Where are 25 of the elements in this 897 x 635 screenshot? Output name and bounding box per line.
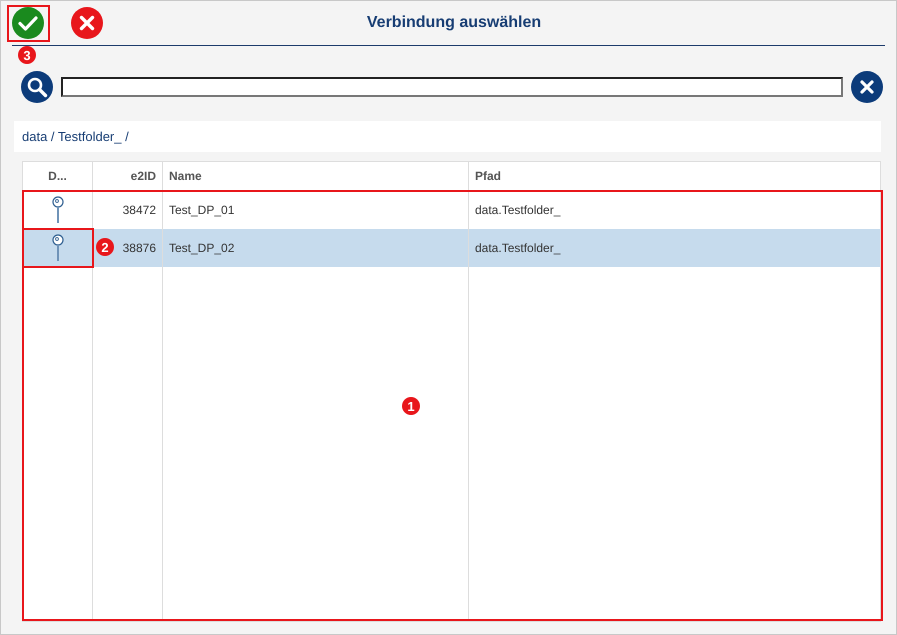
table-cell: data.Testfolder_	[475, 241, 560, 255]
clear-search-button[interactable]	[851, 71, 883, 103]
cancel-button[interactable]	[71, 7, 103, 39]
column-header[interactable]: e2ID	[93, 162, 163, 190]
close-icon	[71, 7, 103, 39]
search-field[interactable]	[61, 77, 843, 97]
table-cell: Test_DP_02	[169, 241, 234, 255]
callout-number: 3	[18, 46, 36, 64]
column-header[interactable]: Name	[163, 162, 469, 190]
column-header[interactable]: Pfad	[469, 162, 880, 190]
close-icon	[851, 71, 883, 103]
search-button[interactable]	[21, 71, 53, 103]
search-icon	[21, 71, 53, 103]
table-cell: 38876	[122, 241, 156, 255]
confirm-button[interactable]	[12, 7, 44, 39]
breadcrumb-path: data / Testfolder_ /	[22, 129, 129, 144]
pin-icon	[52, 234, 64, 262]
window-title: Verbindung auswählen	[366, 14, 542, 32]
column-header[interactable]: D...	[23, 162, 93, 190]
table-cell: 38472	[122, 203, 156, 217]
table-cell: data.Testfolder_	[475, 203, 560, 217]
highlight-frame	[7, 5, 50, 42]
check-icon	[12, 7, 44, 39]
pin-icon	[52, 196, 64, 224]
table-cell: Test_DP_01	[169, 203, 234, 217]
